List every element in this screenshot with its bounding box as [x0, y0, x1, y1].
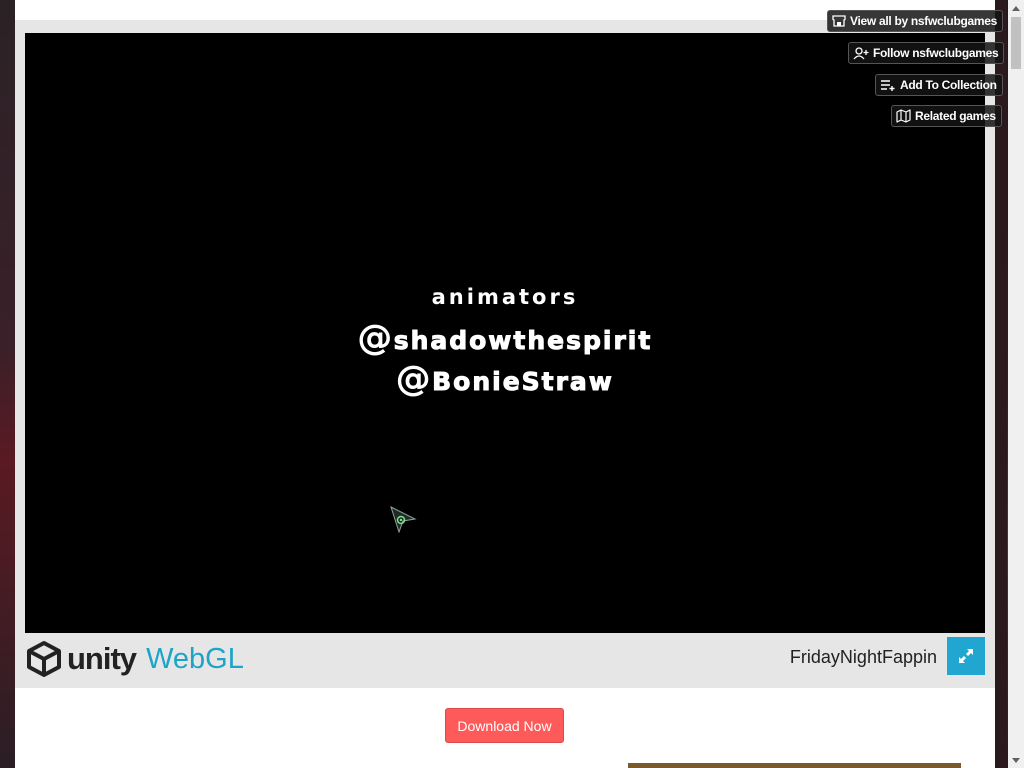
fullscreen-icon	[959, 649, 973, 663]
unity-brand-text: unity	[67, 641, 137, 676]
related-games-label: Related games	[915, 109, 996, 123]
credit-name: shadowthespirit	[393, 326, 653, 356]
webgl-text: WebGL	[146, 642, 244, 675]
follow-user-icon	[853, 46, 869, 59]
scroll-up-button[interactable]	[1008, 0, 1024, 16]
playlist-add-icon	[881, 80, 895, 91]
follow-button[interactable]: Follow nsfwclubgames	[848, 42, 1005, 64]
scroll-up-arrow-icon	[1012, 5, 1020, 11]
download-now-button[interactable]: Download Now	[445, 708, 564, 743]
related-games-button[interactable]: Related games	[891, 105, 1002, 127]
credits-heading: animators	[431, 285, 579, 309]
credit-at-symbol: @	[396, 359, 433, 399]
add-to-collection-label: Add To Collection	[900, 78, 997, 92]
page-background-left	[0, 0, 15, 768]
page-body: Download Now	[15, 688, 995, 768]
scroll-thumb[interactable]	[1011, 17, 1021, 69]
add-to-collection-button[interactable]: Add To Collection	[875, 74, 1003, 96]
map-icon	[896, 109, 911, 123]
game-canvas[interactable]: animators @shadowthespirit @BonieStraw	[25, 33, 985, 633]
credits-screen: animators @shadowthespirit @BonieStraw	[25, 285, 985, 401]
scroll-down-arrow-icon	[1012, 757, 1020, 763]
vertical-scrollbar[interactable]	[1008, 0, 1024, 768]
game-embed-frame: animators @shadowthespirit @BonieStraw u…	[15, 20, 995, 688]
unity-cube-icon	[27, 641, 61, 677]
game-title: FridayNightFappin	[789, 647, 937, 667]
view-all-label: View all by nsfwclubgames	[850, 14, 998, 28]
credit-at-symbol: @	[357, 318, 394, 358]
screenshot-thumbnail[interactable]	[628, 763, 961, 768]
credit-name: BonieStraw	[432, 367, 614, 397]
game-page: animators @shadowthespirit @BonieStraw u…	[15, 0, 995, 768]
credit-line: @shadowthespirit	[25, 319, 985, 360]
view-all-button[interactable]: View all by nsfwclubgames	[827, 10, 1004, 32]
unity-webgl-logo: unity WebGL	[25, 639, 244, 679]
scroll-down-button[interactable]	[1008, 752, 1024, 768]
fullscreen-button[interactable]	[947, 637, 985, 675]
game-cursor-icon	[390, 506, 417, 533]
itch-store-icon	[832, 15, 846, 27]
follow-label: Follow nsfwclubgames	[873, 46, 999, 60]
unity-footer: unity WebGL FridayNightFappin	[25, 635, 985, 685]
credit-line: @BonieStraw	[25, 360, 985, 401]
